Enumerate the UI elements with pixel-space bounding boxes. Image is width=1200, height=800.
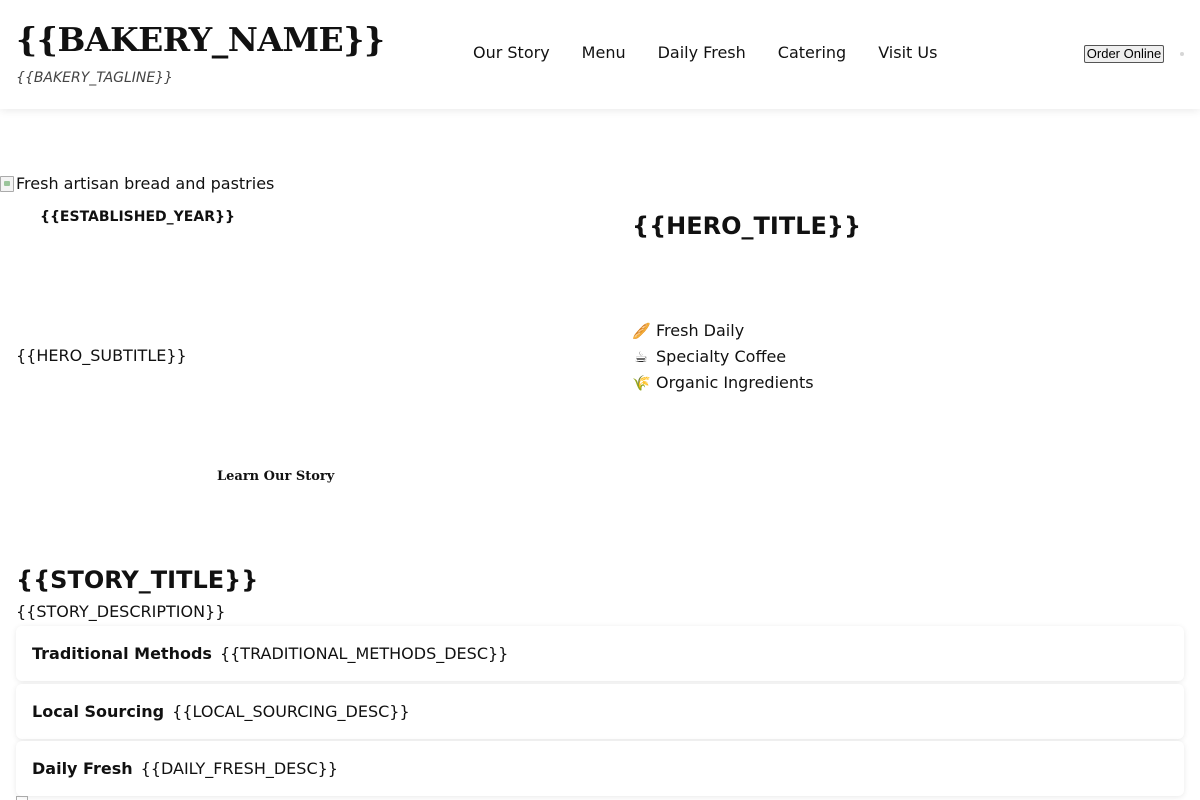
- card-title: Local Sourcing: [32, 702, 165, 721]
- story-card-traditional-methods: Traditional Methods {{TRADITIONAL_METHOD…: [16, 626, 1184, 681]
- hero-image-alt: Fresh artisan bread and pastries: [16, 174, 275, 193]
- feature-item: ☕ Specialty Coffee: [632, 344, 814, 370]
- hero-image: Fresh artisan bread and pastries: [0, 174, 274, 193]
- site-header: {{BAKERY_NAME}} {{BAKERY_TAGLINE}} Our S…: [0, 0, 1200, 109]
- card-description: {{LOCAL_SOURCING_DESC}}: [172, 702, 410, 721]
- feature-label: Fresh Daily: [656, 321, 745, 340]
- bakery-name[interactable]: {{BAKERY_NAME}}: [16, 20, 385, 59]
- baguette-icon: 🥖: [632, 322, 651, 340]
- established-year-badge: {{ESTABLISHED_YEAR}}: [40, 209, 235, 225]
- hero-features: 🥖 Fresh Daily ☕ Specialty Coffee 🌾 Organ…: [632, 318, 814, 396]
- feature-label: Specialty Coffee: [656, 347, 787, 366]
- broken-image-icon: [0, 175, 14, 192]
- nav-our-story[interactable]: Our Story: [473, 43, 550, 62]
- hero-subtitle: {{HERO_SUBTITLE}}: [16, 346, 187, 365]
- story-card-daily-fresh: Daily Fresh {{DAILY_FRESH_DESC}}: [16, 741, 1184, 796]
- story-title: {{STORY_TITLE}}: [16, 566, 259, 594]
- menu-dot-icon: [1180, 52, 1184, 56]
- main-nav: Our Story Menu Daily Fresh Catering Visi…: [473, 43, 937, 62]
- nav-catering[interactable]: Catering: [778, 43, 846, 62]
- nav-menu[interactable]: Menu: [582, 43, 626, 62]
- card-description: {{DAILY_FRESH_DESC}}: [140, 759, 338, 778]
- bakery-tagline: {{BAKERY_TAGLINE}}: [16, 70, 174, 86]
- broken-image-icon: [16, 796, 28, 800]
- nav-daily-fresh[interactable]: Daily Fresh: [658, 43, 746, 62]
- order-online-button[interactable]: Order Online: [1084, 45, 1164, 63]
- wheat-icon: 🌾: [632, 374, 651, 392]
- story-description: {{STORY_DESCRIPTION}}: [16, 602, 226, 621]
- card-title: Traditional Methods: [32, 644, 212, 663]
- learn-our-story-button[interactable]: Learn Our Story: [217, 469, 334, 484]
- nav-visit-us[interactable]: Visit Us: [878, 43, 937, 62]
- feature-item: 🥖 Fresh Daily: [632, 318, 814, 344]
- hero-title: {{HERO_TITLE}}: [632, 212, 862, 240]
- feature-label: Organic Ingredients: [656, 373, 814, 392]
- feature-item: 🌾 Organic Ingredients: [632, 370, 814, 396]
- coffee-icon: ☕: [634, 348, 648, 366]
- card-title: Daily Fresh: [32, 759, 133, 778]
- story-card-local-sourcing: Local Sourcing {{LOCAL_SOURCING_DESC}}: [16, 684, 1184, 739]
- card-description: {{TRADITIONAL_METHODS_DESC}}: [219, 644, 509, 663]
